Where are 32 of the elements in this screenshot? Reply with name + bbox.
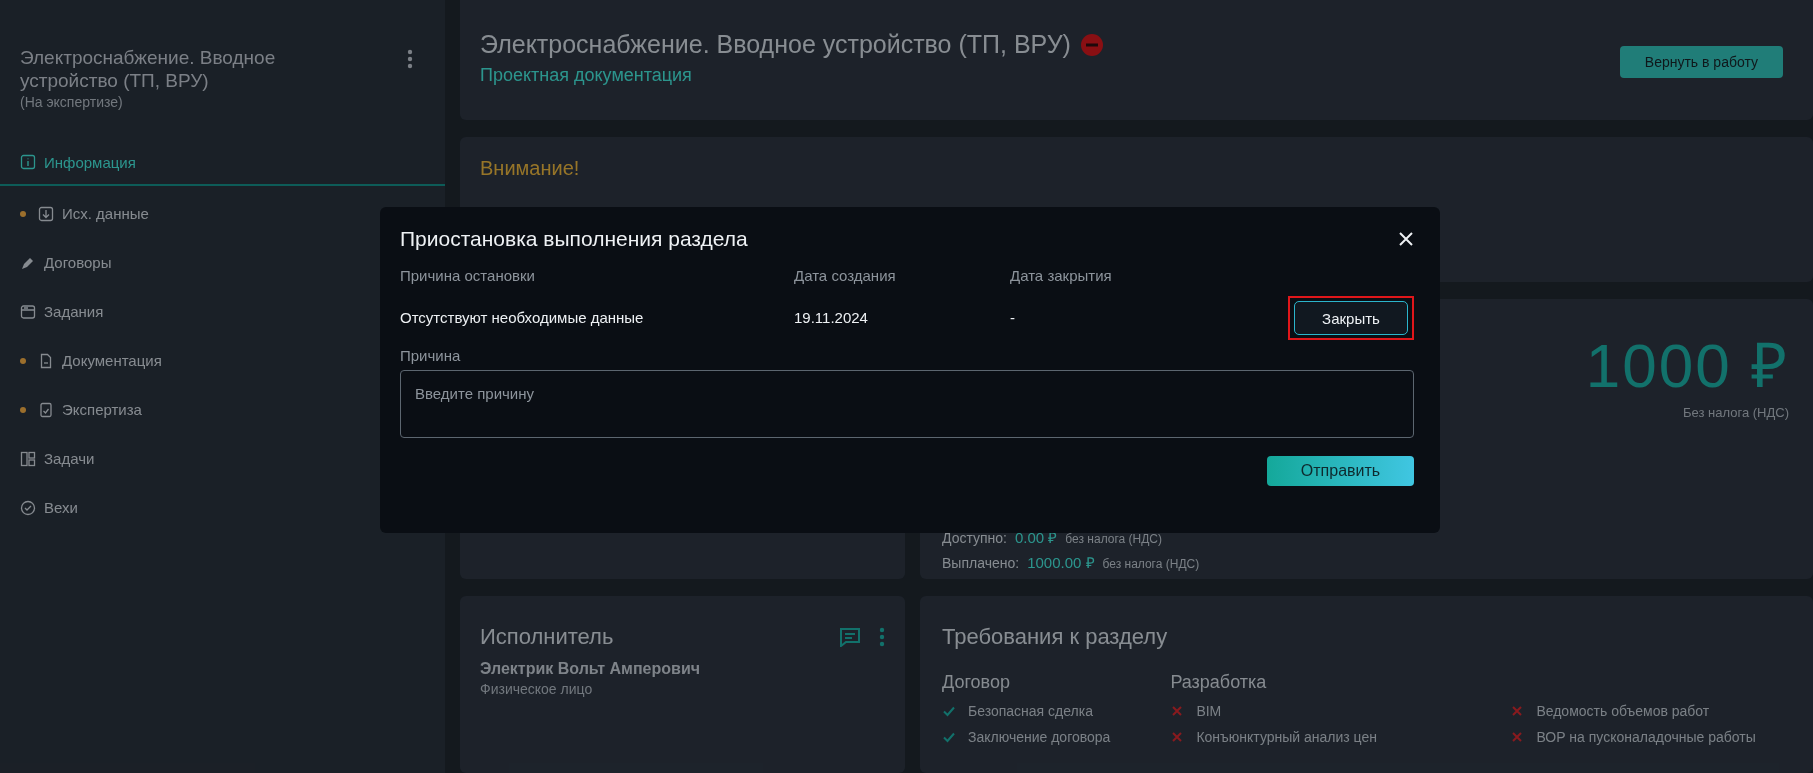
amount-label: Доступно: [942, 530, 1007, 547]
requirement-label: Заключение договора [968, 729, 1111, 745]
table-cell-text: Отсутствуют необходимые данные [400, 308, 645, 328]
requirement-label: Конъюнктурный анализ цен [1196, 729, 1377, 745]
card-title: Исполнитель [480, 624, 614, 650]
group-title: Разработка [1170, 672, 1268, 693]
tax-note: без налога (НДС) [1102, 557, 1200, 572]
amount-label: Выплачено: [942, 555, 1020, 572]
card-title: Требования к разделу [942, 624, 1169, 650]
dialog-title: Приостановка выполнения раздела [400, 227, 748, 251]
table-cell-text: 19.11.2024 [794, 308, 869, 328]
page-subtitle: Проектная документация [480, 65, 693, 86]
section-title: Электроснабжение. Вводное устройство (ТП, ВРУ) [20, 46, 277, 92]
status-label: (На экспертизе) [20, 94, 124, 110]
field-label: Причина [400, 347, 462, 364]
column-header: Дата закрытия [1010, 266, 1113, 286]
column-header: Дата создания [794, 266, 897, 286]
requirement-label: BIM [1196, 703, 1222, 719]
column-header: Причина остановки [400, 266, 536, 286]
executor-name: Электрик Вольт Амперович [480, 660, 701, 678]
requirement-label: ВОР на пусконаладочные работы [1536, 729, 1756, 745]
group-title: Договор [942, 672, 1011, 693]
tax-note: Без налога (НДС) [1683, 405, 1789, 421]
requirement-label: Безопасная сделка [968, 703, 1093, 719]
amount-value: 1000.00 ₽ [1027, 553, 1095, 573]
table-cell-text: - [1010, 308, 1016, 328]
executor-type: Физическое лицо [480, 681, 594, 697]
budget-amount: 1000 ₽ [1585, 330, 1789, 403]
attention-title: Внимание! [480, 156, 581, 180]
tax-note: без налога (НДС) [1065, 532, 1163, 547]
page-title: Электроснабжение. Вводное устройство (ТП, ВРУ) [480, 30, 1071, 59]
requirement-label: Ведомость объемов работ [1536, 703, 1710, 719]
